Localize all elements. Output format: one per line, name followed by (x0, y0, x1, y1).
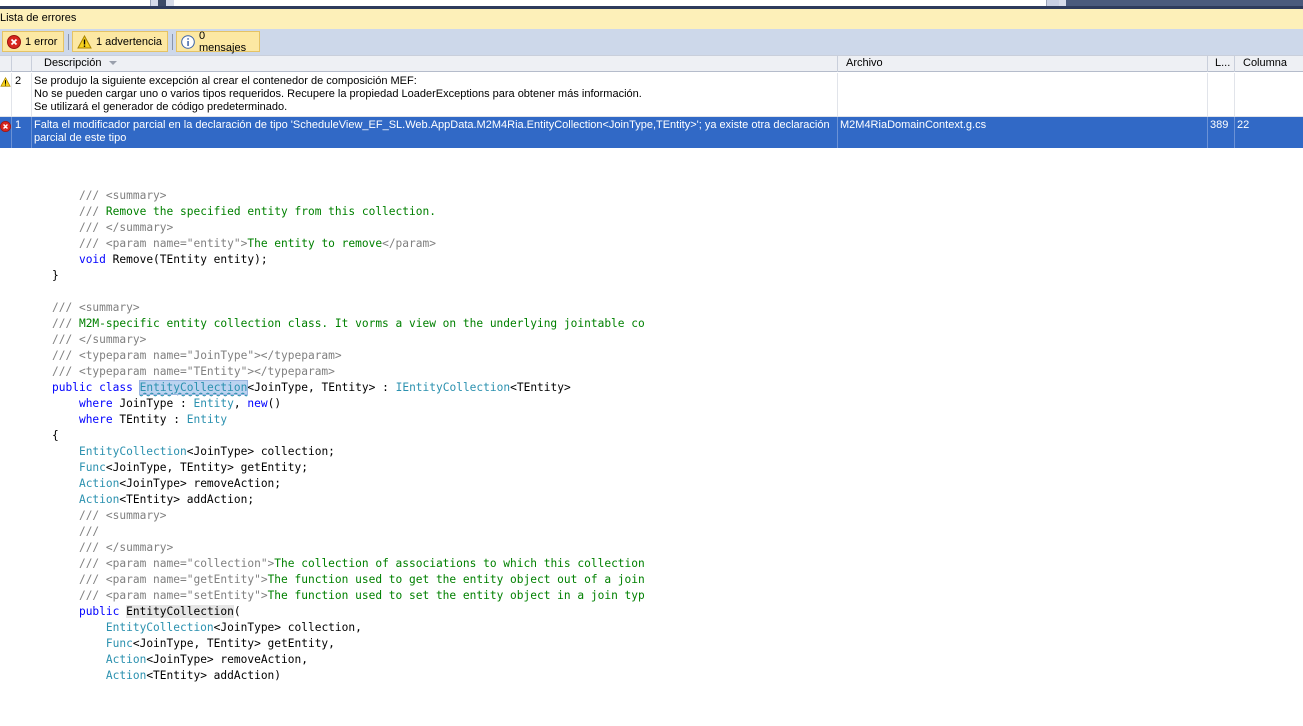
code-line: /// <typeparam name="TEntity"></typepara… (52, 365, 335, 378)
sort-arrow-icon (109, 61, 118, 66)
description-line: No se pueden cargar uno o varios tipos r… (34, 88, 642, 100)
code-line: /// Remove the specified entity from thi… (78, 205, 436, 218)
warnings-filter-button[interactable]: 1 advertencia (72, 31, 168, 52)
errors-filter-button[interactable]: 1 error (2, 31, 64, 52)
code-line: /// <param name="entity">The entity to r… (78, 237, 436, 250)
row-file (838, 73, 1208, 116)
error-icon (0, 121, 11, 135)
code-line: /// <summary> (78, 509, 167, 522)
row-file: M2M4RiaDomainContext.g.cs (838, 117, 1208, 148)
row-severity-cell (0, 73, 12, 116)
error-icon (7, 34, 21, 49)
warning-icon (77, 34, 92, 49)
row-severity-cell (0, 117, 12, 148)
row-description: Se produjo la siguiente excepción al cre… (32, 73, 838, 116)
code-line: Action<TEntity> addAction) (105, 669, 282, 682)
column-header-file[interactable]: Archivo (838, 56, 1208, 72)
top-window-strip (0, 0, 1303, 9)
row-number: 2 (12, 73, 32, 116)
code-line: where JoinType : Entity, new() (78, 397, 282, 410)
column-header-line-label: L... (1215, 57, 1231, 69)
code-line: } (52, 269, 59, 282)
code-line: Func<JoinType, TEntity> getEntity, (105, 637, 335, 650)
row-description: Falta el modificador parcial en la decla… (32, 117, 838, 148)
code-line: { (52, 429, 59, 442)
error-grid-header: Descripción Archivo L... Columna (0, 55, 1303, 72)
code-line: /// </summary> (78, 221, 174, 234)
code-line: void Remove(TEntity entity); (78, 253, 268, 266)
row-number: 1 (12, 117, 32, 148)
error-list-title: Lista de errores (0, 9, 1303, 30)
info-icon (181, 34, 195, 49)
errors-filter-label: 1 error (25, 35, 58, 48)
table-row[interactable]: 2 Se produjo la siguiente excepción al c… (0, 73, 1303, 117)
column-header-icon[interactable] (0, 56, 12, 72)
description-line: Se produjo la siguiente excepción al cre… (34, 75, 417, 87)
row-line (1208, 73, 1235, 116)
code-editor[interactable]: /// <summary> /// Remove the specified e… (52, 188, 663, 688)
code-line: /// <typeparam name="JoinType"></typepar… (52, 349, 342, 362)
messages-filter-label: 0 mensajes (199, 29, 247, 54)
column-header-column[interactable]: Columna (1235, 56, 1303, 72)
error-list-toolbar: 1 error 1 advertencia 0 mensajes (0, 29, 1303, 55)
code-line: EntityCollection<JoinType> collection, (105, 621, 362, 634)
toolbar-separator (172, 34, 173, 50)
code-line: /// </summary> (78, 541, 174, 554)
description-line: Falta el modificador parcial en la decla… (34, 119, 830, 144)
column-header-file-label: Archivo (846, 57, 883, 69)
warnings-filter-label: 1 advertencia (96, 35, 163, 48)
code-line: /// (78, 525, 100, 538)
code-line: /// <param name="setEntity">The function… (78, 589, 645, 602)
row-line: 389 (1208, 117, 1235, 148)
column-header-description-label: Descripción (44, 57, 102, 69)
code-line: EntityCollection<JoinType> collection; (78, 445, 335, 458)
code-line: Action<JoinType> removeAction; (78, 477, 282, 490)
messages-filter-button[interactable]: 0 mensajes (176, 29, 260, 54)
code-line: /// <param name="getEntity">The function… (78, 573, 645, 586)
highlighted-identifier: EntityCollection (126, 605, 234, 618)
code-line: /// M2M-specific entity collection class… (52, 317, 645, 330)
row-column: 22 (1237, 119, 1250, 131)
column-header-column-label: Columna (1243, 57, 1288, 69)
code-line: /// </summary> (52, 333, 147, 346)
code-line: public EntityCollection( (78, 605, 241, 618)
warning-icon (0, 76, 11, 90)
column-header-line[interactable]: L... (1208, 56, 1235, 72)
toolbar-separator (68, 34, 69, 50)
code-line: /// <summary> (52, 301, 140, 314)
code-line: Action<TEntity> addAction; (78, 493, 255, 506)
code-line: where TEntity : Entity (78, 413, 228, 426)
description-line: Se utilizará el generador de código pred… (34, 101, 288, 113)
row-column (1235, 73, 1303, 116)
code-line: /// <param name="collection">The collect… (78, 557, 645, 570)
column-header-number[interactable] (12, 56, 32, 72)
error-squiggle-identifier: EntityCollection (138, 380, 249, 395)
code-line: /// <summary> (78, 189, 167, 202)
code-line: Func<JoinType, TEntity> getEntity; (78, 461, 308, 474)
code-line: Action<JoinType> removeAction, (105, 653, 308, 666)
column-header-description[interactable]: Descripción (32, 56, 838, 72)
code-line: public class EntityCollection<JoinType, … (52, 380, 571, 395)
table-row-selected[interactable]: 1 Falta el modificador parcial en la dec… (0, 117, 1303, 148)
